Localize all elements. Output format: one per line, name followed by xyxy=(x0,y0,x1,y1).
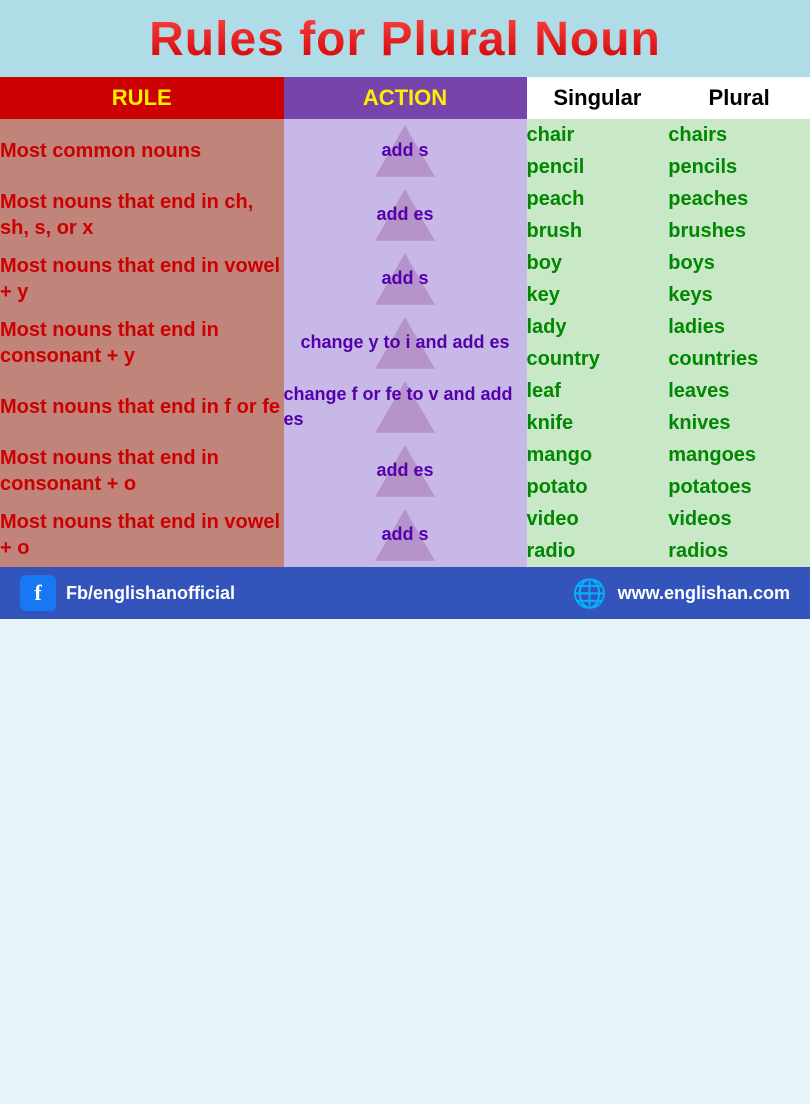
action-cell: add s xyxy=(284,119,527,183)
footer: f Fb/englishanofficial 🌐 www.englishan.c… xyxy=(0,567,810,619)
plural-cell: ladiescountries xyxy=(668,311,810,375)
singular-cell: boykey xyxy=(527,247,669,311)
rule-cell: Most nouns that end in consonant + o xyxy=(0,439,284,503)
footer-right: 🌐 www.englishan.com xyxy=(572,575,790,611)
column-headers: RULE ACTION Singular Plural xyxy=(0,77,810,119)
table-row: Most nouns that end in consonant + y chan… xyxy=(0,311,810,375)
singular-cell: videoradio xyxy=(527,503,669,567)
footer-left: f Fb/englishanofficial xyxy=(20,575,235,611)
singular-cell: chairpencil xyxy=(527,119,669,183)
action-text: add s xyxy=(381,266,428,291)
fb-handle: Fb/englishanofficial xyxy=(66,583,235,604)
rule-cell: Most nouns that end in ch, sh, s, or x xyxy=(0,183,284,247)
action-text: add s xyxy=(381,138,428,163)
singular-cell: leafknife xyxy=(527,375,669,439)
main-table: RULE ACTION Singular Plural Most common … xyxy=(0,77,810,567)
rule-cell: Most nouns that end in consonant + y xyxy=(0,311,284,375)
plural-cell: leavesknives xyxy=(668,375,810,439)
action-text: add es xyxy=(376,202,433,227)
action-text: add es xyxy=(376,458,433,483)
plural-cell: boyskeys xyxy=(668,247,810,311)
table-row: Most nouns that end in vowel + o add s vid… xyxy=(0,503,810,567)
rule-cell: Most common nouns xyxy=(0,119,284,183)
action-cell: add s xyxy=(284,503,527,567)
rule-cell: Most nouns that end in vowel + o xyxy=(0,503,284,567)
page-title: Rules for Plural Noun xyxy=(0,12,810,67)
rule-cell: Most nouns that end in vowel + y xyxy=(0,247,284,311)
action-text: change y to i and add es xyxy=(300,330,509,355)
table-row: Most nouns that end in f or fechange f o… xyxy=(0,375,810,439)
rule-cell: Most nouns that end in f or fe xyxy=(0,375,284,439)
rule-column-header: RULE xyxy=(0,77,284,119)
table-row: Most nouns that end in vowel + y add s boy… xyxy=(0,247,810,311)
singular-cell: ladycountry xyxy=(527,311,669,375)
table-row: Most nouns that end in consonant + o add … xyxy=(0,439,810,503)
singular-column-header: Singular xyxy=(527,77,669,119)
action-cell: add s xyxy=(284,247,527,311)
action-text: add s xyxy=(381,522,428,547)
action-cell: change y to i and add es xyxy=(284,311,527,375)
plural-column-header: Plural xyxy=(668,77,810,119)
action-cell: add es xyxy=(284,183,527,247)
action-column-header: ACTION xyxy=(284,77,527,119)
table-row: Most common nouns add s chairpencilchairsp… xyxy=(0,119,810,183)
plural-cell: chairspencils xyxy=(668,119,810,183)
website: www.englishan.com xyxy=(618,583,790,604)
singular-cell: mangopotato xyxy=(527,439,669,503)
action-text: change f or fe to v and add es xyxy=(284,382,527,432)
action-cell: change f or fe to v and add es xyxy=(284,375,527,439)
singular-cell: peachbrush xyxy=(527,183,669,247)
action-cell: add es xyxy=(284,439,527,503)
globe-icon: 🌐 xyxy=(572,575,608,611)
header: Rules for Plural Noun xyxy=(0,0,810,77)
plural-cell: videosradios xyxy=(668,503,810,567)
plural-cell: peachesbrushes xyxy=(668,183,810,247)
plural-cell: mangoespotatoes xyxy=(668,439,810,503)
facebook-icon: f xyxy=(20,575,56,611)
table-row: Most nouns that end in ch, sh, s, or x ad… xyxy=(0,183,810,247)
